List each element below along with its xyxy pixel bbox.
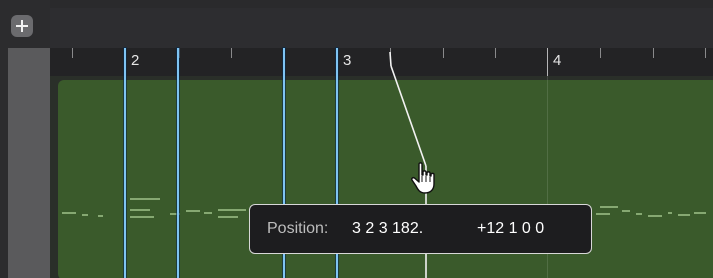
- position-tooltip: Position: 3 2 3 182. +12 1 0 0: [249, 204, 592, 254]
- arrange-area: 2 3 4 Position: 3 2 3 182. +12 1 0 0: [0, 0, 713, 278]
- tooltip-length-value: +12 1 0 0: [477, 220, 545, 237]
- tooltip-position-value: 3 2 3 182.: [352, 220, 424, 237]
- pointing-hand-cursor-icon: [411, 162, 435, 194]
- tooltip-position-label: Position:: [267, 220, 329, 237]
